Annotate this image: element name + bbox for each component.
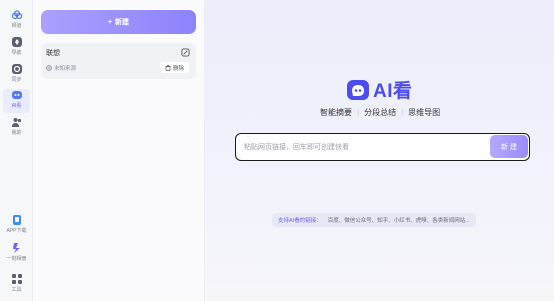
app-download-icon <box>12 215 21 225</box>
logo-text: AI看 <box>373 81 413 102</box>
main-area: AI看 智能摘要 | 分段总结 | 思维导图 新 建 支持AI看的链接： 百度、… <box>205 0 554 301</box>
edit-icon[interactable] <box>181 48 190 57</box>
rail-item-app-download[interactable]: APP下载 <box>0 214 33 238</box>
separator: | <box>357 108 360 117</box>
delete-label: 删除 <box>172 65 184 72</box>
supported-sites: 支持AI看的链接： 百度、微信公众号、知乎、小红书、虎嗅、各类新闻网站... <box>272 213 476 227</box>
rail-label: 导航 <box>11 50 22 56</box>
site-item: 知乎、 <box>377 218 394 224</box>
history-card[interactable]: 联想 未知来源 删除 <box>41 43 196 79</box>
sync-icon <box>11 64 22 74</box>
cloud-icon <box>11 10 22 20</box>
rail-label: AI看 <box>11 103 22 109</box>
card-title: 联想 <box>46 50 60 57</box>
icon-rail: 频道 导航 同步 AI看 我的 APP下载 一刻相册 工具 <box>0 0 33 301</box>
new-button[interactable]: + 新建 <box>41 10 196 34</box>
tools-icon <box>11 274 22 284</box>
tagline-item: 智能摘要 <box>320 108 352 117</box>
rail-label: 同步 <box>11 77 22 83</box>
user-icon <box>11 118 21 127</box>
plus-icon: + <box>107 18 113 26</box>
link-input-box: 新 建 <box>235 133 530 161</box>
create-button-label: 新 建 <box>501 143 517 151</box>
site-item: 各类新闻网站... <box>432 218 470 224</box>
ai-look-icon <box>11 91 22 99</box>
site-item: 虎嗅、 <box>415 218 433 224</box>
delete-button[interactable]: 删除 <box>159 62 189 73</box>
card-source: 未知来源 <box>46 64 76 72</box>
rail-item-nav[interactable]: 导航 <box>0 36 33 60</box>
link-input[interactable] <box>244 141 484 153</box>
compass-icon <box>11 37 22 47</box>
globe-icon <box>46 65 52 71</box>
logo: AI看 <box>347 76 413 103</box>
rail-item-mine[interactable]: 我的 <box>0 116 33 140</box>
site-item: 百度、 <box>327 218 345 224</box>
card-source-text: 未知来源 <box>54 66 77 72</box>
album-icon <box>12 243 20 253</box>
create-button[interactable]: 新 建 <box>490 135 528 158</box>
tagline-item: 分段总结 <box>364 108 397 117</box>
separator: | <box>401 108 404 117</box>
rail-label: 工具 <box>11 287 22 293</box>
new-button-label: 新建 <box>115 19 130 26</box>
site-item: 小红书、 <box>393 218 416 224</box>
tagline-item: 思维导图 <box>408 108 441 117</box>
rail-item-album[interactable]: 一刻相册 <box>0 242 33 266</box>
tagline: 智能摘要 | 分段总结 | 思维导图 <box>320 107 440 118</box>
rail-item-ai-look[interactable]: AI看 <box>3 89 30 113</box>
trash-icon <box>165 64 171 71</box>
rail-label: APP下载 <box>6 228 27 234</box>
rail-label: 我的 <box>11 130 22 136</box>
rail-item-sync[interactable]: 同步 <box>0 63 33 87</box>
site-item: 微信公众号、 <box>344 218 378 224</box>
rail-item-channel[interactable]: 频道 <box>0 9 33 33</box>
history-panel: + 新建 联想 未知来源 删除 <box>33 0 205 301</box>
rail-label: 一刻相册 <box>6 256 27 262</box>
ai-look-logo-icon <box>347 79 369 100</box>
rail-label: 频道 <box>11 23 22 29</box>
supported-label: 支持AI看的链接： <box>278 218 322 224</box>
rail-item-tools[interactable]: 工具 <box>0 273 33 297</box>
supported-site-list: 百度、微信公众号、知乎、小红书、虎嗅、各类新闻网站... <box>328 216 470 224</box>
